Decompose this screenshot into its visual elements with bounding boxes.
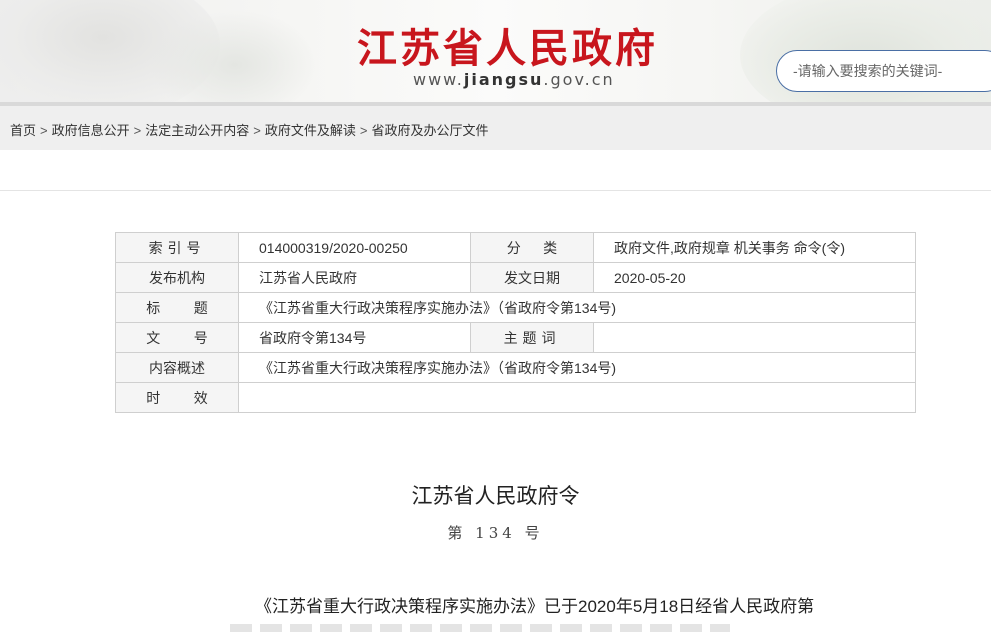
table-row: 内容概述 《江苏省重大行政决策程序实施办法》（省政府令第134号) [115, 352, 916, 383]
validity-value [238, 382, 916, 413]
breadcrumb-gov-docs-link[interactable]: 政府文件及解读 [265, 123, 356, 138]
docno-label: 文号 [115, 322, 239, 353]
table-row: 发布机构 江苏省人民政府 发文日期 2020-05-20 [115, 262, 916, 293]
document-metadata-table: 索引号 014000319/2020-00250 分类 政府文件,政府规章 机关… [115, 232, 916, 413]
index-value: 014000319/2020-00250 [238, 232, 471, 263]
table-row: 时效 [115, 382, 916, 413]
publisher-value: 江苏省人民政府 [238, 262, 471, 293]
document-number: 第 134 号 [447, 524, 544, 542]
breadcrumb: 首页 > 政府信息公开 > 法定主动公开内容 > 政府文件及解读 > 省政府及办公厅文件 [0, 106, 991, 150]
site-url: www.jiangsu.gov.cn [413, 70, 615, 89]
header-flower-decoration-mid [150, 10, 320, 106]
table-row: 标题 《江苏省重大行政决策程序实施办法》（省政府令第134号) [115, 292, 916, 323]
docno-value: 省政府令第134号 [238, 322, 471, 353]
index-label: 索引号 [115, 232, 239, 263]
url-suffix: .gov.cn [543, 70, 615, 89]
url-prefix: www. [413, 70, 464, 89]
section-divider [0, 190, 991, 191]
summary-value: 《江苏省重大行政决策程序实施办法》（省政府令第134号) [238, 352, 916, 383]
breadcrumb-separator-icon: > [40, 123, 48, 138]
title-value: 《江苏省重大行政决策程序实施办法》（省政府令第134号) [238, 292, 916, 323]
site-title-logo[interactable]: 江苏省人民政府 [357, 16, 677, 74]
breadcrumb-gov-info-link[interactable]: 政府信息公开 [52, 123, 130, 138]
table-row: 索引号 014000319/2020-00250 分类 政府文件,政府规章 机关… [115, 232, 916, 263]
publisher-label: 发布机构 [115, 262, 239, 293]
title-label: 标题 [115, 292, 239, 323]
breadcrumb-separator-icon: > [133, 123, 142, 138]
table-row: 文号 省政府令第134号 主题词 [115, 322, 916, 353]
url-domain: jiangsu [463, 70, 544, 89]
document-body-cutoff-line [230, 624, 730, 632]
breadcrumb-separator-icon: > [253, 123, 261, 138]
breadcrumb-separator-icon: > [359, 123, 368, 138]
breadcrumb-home-link[interactable]: 首页 [10, 123, 36, 138]
validity-label: 时效 [115, 382, 239, 413]
category-value: 政府文件,政府规章 机关事务 命令(令) [593, 232, 916, 263]
document-title: 江苏省人民政府令 [411, 484, 580, 508]
date-value: 2020-05-20 [593, 262, 916, 293]
site-header: 江苏省人民政府 www.jiangsu.gov.cn -请输入要搜索的关键词- [0, 0, 991, 106]
keywords-label: 主题词 [470, 322, 594, 353]
keywords-value [593, 322, 916, 353]
date-label: 发文日期 [470, 262, 594, 293]
summary-label: 内容概述 [115, 352, 239, 383]
breadcrumb-provincial-docs-link[interactable]: 省政府及办公厅文件 [371, 123, 488, 138]
category-label: 分类 [470, 232, 594, 263]
search-input[interactable]: -请输入要搜索的关键词- [776, 50, 991, 92]
breadcrumb-statutory-content-link[interactable]: 法定主动公开内容 [145, 123, 249, 138]
document-body-text: 《江苏省重大行政决策程序实施办法》已于2020年5月18日经省人民政府第 [255, 597, 815, 616]
